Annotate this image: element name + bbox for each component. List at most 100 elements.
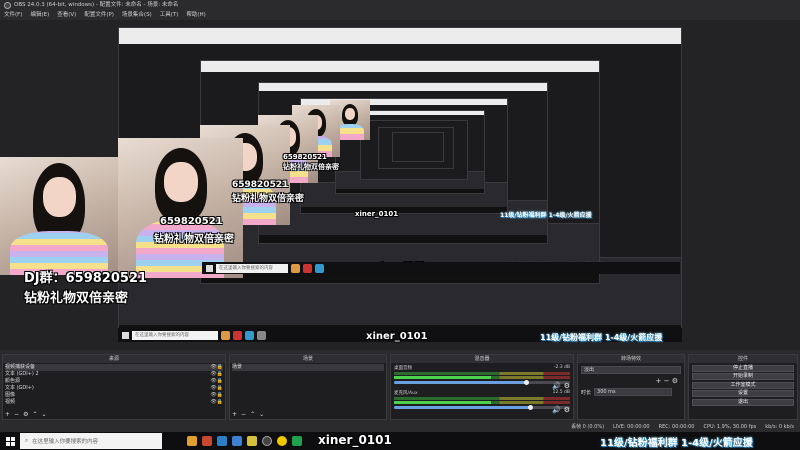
- tiktok-id-text: xiner_0101: [366, 331, 428, 342]
- qq-group-text: DJ群：659820521: [24, 271, 148, 286]
- transition-select[interactable]: 淡出: [581, 366, 681, 374]
- wechat-icon[interactable]: [292, 436, 302, 446]
- exit-button[interactable]: 退出: [692, 398, 794, 406]
- menu-file[interactable]: 文件(F): [4, 11, 22, 20]
- taskbar-search[interactable]: ⌕ 在这里输入你要搜索的内容: [20, 433, 162, 449]
- transition-tools: + − ⚙: [578, 377, 684, 385]
- mirror-taskbar: 在这里输入你要搜索的内容: [202, 262, 680, 274]
- tiktok-id-text: xiner_0101: [318, 433, 392, 447]
- remove-icon[interactable]: −: [664, 377, 670, 385]
- add-icon[interactable]: +: [656, 377, 662, 385]
- transitions-title: 转场特效: [578, 355, 684, 363]
- menu-view[interactable]: 查看(V): [57, 11, 76, 20]
- app-icon[interactable]: [202, 436, 212, 446]
- obs-window: OBS 24.0.3 (64-bit, windows) - 配置文件: 未命名…: [0, 0, 800, 450]
- webcam-feed: [0, 157, 118, 275]
- settings-button[interactable]: 设置: [692, 390, 794, 397]
- dropped-frames: 丢帧 0 (0.0%): [571, 424, 605, 430]
- title-bar: OBS 24.0.3 (64-bit, windows) - 配置文件: 未命名…: [0, 0, 800, 11]
- banner-text: 11级/钻粉福利群 1-4级/火箭应援: [600, 438, 753, 449]
- scenes-panel: 场景 场景 + − ⌃ ⌄: [229, 354, 387, 420]
- webcam-feed-mirror: [118, 138, 243, 278]
- menu-bar: 文件(F) 编辑(E) 查看(V) 配置文件(P) 场景集合(S) 工具(T) …: [0, 11, 800, 20]
- mixer-track-mic: 麦克风/Aux 12.5 dB: [394, 390, 570, 410]
- add-icon[interactable]: +: [232, 411, 237, 418]
- source-item[interactable]: 图像 👁🔒: [5, 392, 223, 399]
- menu-edit[interactable]: 编辑(E): [30, 11, 49, 20]
- scene-item[interactable]: 场景: [232, 364, 384, 371]
- status-bar: 丢帧 0 (0.0%) LIVE: 00:00:00 REC: 00:00:00…: [0, 422, 800, 432]
- source-item[interactable]: 文本 (GDI+) 2 👁🔒: [5, 371, 223, 378]
- search-icon: ⌕: [25, 437, 29, 444]
- eye-lock-icon: 👁🔒: [210, 371, 223, 377]
- source-item[interactable]: 文本 (GDI+) 👁🔒: [5, 385, 223, 392]
- windows-logo-icon: [5, 436, 15, 446]
- steam-icon[interactable]: [232, 436, 242, 446]
- banner-text: 11级/钻粉福利群 1-4级/火箭应援: [500, 212, 592, 219]
- dock-area: 来源 视频捕获设备 👁🔒 文本 (GDI+) 2 👁🔒 颜色源 👁🔒 文本 (GDI+…: [0, 350, 800, 422]
- source-item[interactable]: 视频捕获设备 👁🔒: [5, 364, 223, 371]
- search-placeholder: 在这里输入你要搜索的内容: [32, 439, 99, 445]
- qq-number-text: 659820521: [232, 180, 289, 190]
- eye-lock-icon: 👁🔒: [210, 364, 223, 370]
- gift-text: 钻粉礼物双倍亲密: [283, 163, 339, 171]
- menu-profile[interactable]: 配置文件(P): [84, 11, 114, 20]
- window-title: OBS 24.0.3 (64-bit, windows) - 配置文件: 未命名…: [14, 2, 179, 8]
- gift-text: 钻粉礼物双倍亲密: [24, 291, 129, 306]
- add-icon[interactable]: +: [5, 411, 10, 418]
- start-recording-button[interactable]: 开始录制: [692, 373, 794, 380]
- eye-lock-icon: 👁🔒: [210, 378, 223, 384]
- menu-help[interactable]: 帮助(H): [186, 11, 205, 20]
- app-icon[interactable]: [247, 436, 257, 446]
- remove-icon[interactable]: −: [241, 411, 246, 418]
- qq-number-text: 659820521: [283, 153, 327, 161]
- mirror-frame-8: [392, 132, 444, 162]
- taskbar-icons: [162, 436, 302, 446]
- speaker-icon[interactable]: 🔊: [552, 382, 561, 390]
- rec-time: REC: 00:00:00: [658, 424, 695, 430]
- cpu-usage: CPU: 1.9%, 30.00 fps: [703, 424, 757, 430]
- menu-scene-collection[interactable]: 场景集合(S): [122, 11, 152, 20]
- arrow-down-icon[interactable]: ⌄: [259, 411, 264, 418]
- bitrate: kb/s: 0 kb/s: [765, 424, 794, 430]
- obs-logo-icon: [4, 2, 11, 9]
- volume-slider[interactable]: [394, 405, 570, 410]
- gift-text: 钻粉礼物双倍亲密: [232, 194, 305, 204]
- stop-streaming-button[interactable]: 停止直播: [692, 364, 794, 372]
- arrow-down-icon[interactable]: ⌄: [41, 411, 46, 418]
- preview-canvas[interactable]: 659820521 钻粉礼物双倍亲密 659820521 钻粉礼物双倍亲密 65…: [0, 20, 800, 350]
- gear-icon[interactable]: ⚙: [23, 411, 28, 418]
- arrow-up-icon[interactable]: ⌃: [32, 411, 37, 418]
- source-item[interactable]: 颜色源 👁🔒: [5, 378, 223, 385]
- app-icon[interactable]: [277, 436, 287, 446]
- remove-icon[interactable]: −: [14, 411, 19, 418]
- tiktok-id-text: xiner_0101: [355, 210, 399, 218]
- arrow-up-icon[interactable]: ⌃: [250, 411, 255, 418]
- gear-icon[interactable]: ⚙: [564, 382, 570, 390]
- qq-number-text: 659820521: [160, 216, 223, 227]
- menu-tools[interactable]: 工具(T): [160, 11, 179, 20]
- app-icon[interactable]: [187, 436, 197, 446]
- mixer-track-desktop: 桌面音频 -2.3 dB: [394, 365, 570, 385]
- obs-icon[interactable]: [262, 436, 272, 446]
- eye-lock-icon: 👁🔒: [210, 399, 223, 405]
- sources-title: 来源: [3, 355, 225, 363]
- gear-icon[interactable]: ⚙: [672, 377, 678, 385]
- volume-slider[interactable]: [394, 380, 570, 385]
- mixer-title: 混音器: [391, 355, 573, 363]
- sources-panel: 来源 视频捕获设备 👁🔒 文本 (GDI+) 2 👁🔒 颜色源 👁🔒 文本 (GDI+…: [2, 354, 226, 420]
- start-button[interactable]: [0, 432, 20, 450]
- duration-input[interactable]: 300 ms: [594, 388, 673, 396]
- speaker-icon[interactable]: 🔊: [552, 406, 561, 414]
- controls-title: 控件: [689, 355, 797, 363]
- duration-label: 时长: [581, 389, 592, 396]
- source-item[interactable]: 视频 👁🔒: [5, 399, 223, 406]
- gear-icon[interactable]: ⚙: [564, 406, 570, 414]
- eye-lock-icon: 👁🔒: [210, 385, 223, 391]
- app-icon[interactable]: [217, 436, 227, 446]
- eye-lock-icon: 👁🔒: [210, 392, 223, 398]
- windows-taskbar: ⌕ 在这里输入你要搜索的内容 xiner_0101 11级/钻粉福利群 1-4级…: [0, 432, 800, 450]
- studio-mode-button[interactable]: 工作室模式: [692, 381, 794, 389]
- scenes-title: 场景: [230, 355, 386, 363]
- banner-text: 11级/钻粉福利群 1-4级/火箭应援: [540, 333, 663, 342]
